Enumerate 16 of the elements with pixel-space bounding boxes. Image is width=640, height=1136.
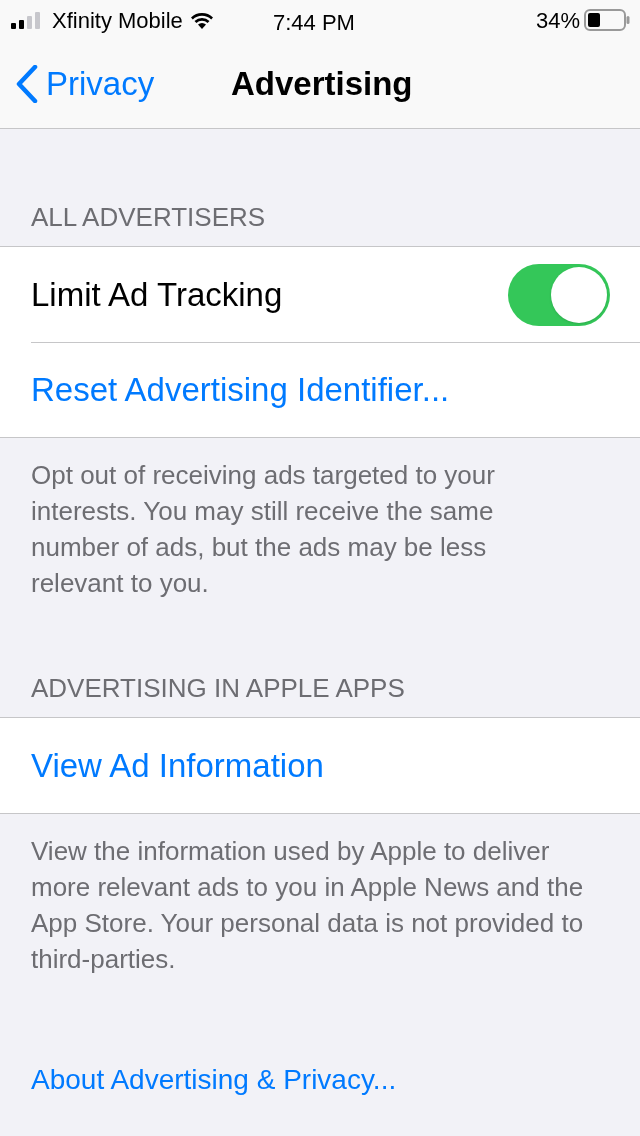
row-link[interactable]: View Ad Information <box>31 740 324 791</box>
carrier-name: Xfinity Mobile <box>52 6 183 35</box>
battery-percent: 34% <box>535 6 580 35</box>
status-time: 7:44 PM <box>273 9 355 37</box>
row-label: Limit Ad Tracking <box>31 274 283 315</box>
wifi-icon <box>188 10 215 30</box>
battery-icon <box>584 9 630 31</box>
about-link[interactable]: About Advertising & Privacy... <box>31 1064 397 1095</box>
section-header: ADVERTISING IN APPLE APPS <box>31 673 405 703</box>
chevron-left-icon <box>16 65 38 103</box>
row-link[interactable]: Reset Advertising Identifier... <box>31 365 450 415</box>
back-button[interactable]: Privacy <box>16 59 155 109</box>
section-footer: Opt out of receiving ads targeted to your interests. You may still receive the same number of ads, but the ads may be less relevant to you. <box>31 457 584 601</box>
section-header: ALL ADVERTISERS <box>31 202 266 232</box>
nav-title: Advertising <box>231 64 413 105</box>
section-footer: View the information used by Apple to deliver more relevant ads to you in Apple News and the App Store. Your personal data is not provided to third-parties. <box>31 833 584 977</box>
